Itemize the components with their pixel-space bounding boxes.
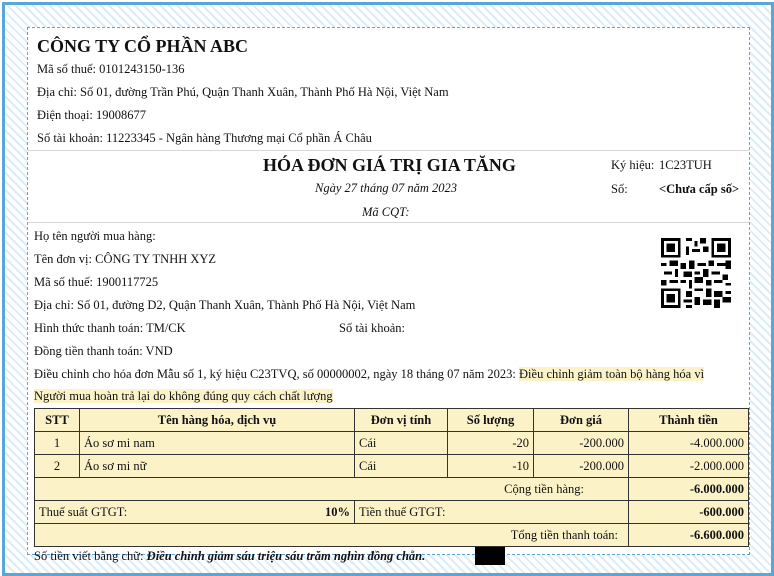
total-label: Tổng tiền thanh toán: xyxy=(34,523,629,547)
total-row: Tổng tiền thanh toán: -6.600.000 xyxy=(34,523,749,547)
cell-amount: -2.000.000 xyxy=(628,454,749,478)
cell-quantity: -20 xyxy=(447,431,534,455)
invoice-items-table: STT Tên hàng hóa, dịch vụ Đơn vị tính Số… xyxy=(34,408,749,547)
cell-unit: Cái xyxy=(354,454,448,478)
number-label: Số: xyxy=(611,182,628,196)
invoice-sheet: MISA TIN CẬY - TIỆN ÍCH - TẬN TÌNH CÔNG … xyxy=(27,27,750,565)
cell-unit-price: -200.000 xyxy=(533,454,629,478)
divider xyxy=(28,222,749,223)
payment-currency: Đồng tiền thanh toán: VND xyxy=(34,344,173,358)
cell-item-name: Áo sơ mi nam xyxy=(79,431,355,455)
amount-in-words-label: Số tiền viết bằng chữ: xyxy=(34,549,147,563)
buyer-name: Họ tên người mua hàng: xyxy=(34,229,156,243)
cqt-code: Mã CQT: xyxy=(362,205,410,219)
seller-account: Số tài khoản: 11223345 - Ngân hàng Thươn… xyxy=(37,131,372,145)
table-row: 1 Áo sơ mi nam Cái -20 -200.000 -4.000.0… xyxy=(34,431,749,455)
redaction-box xyxy=(475,547,505,565)
vat-rate-value: 10% xyxy=(325,504,350,519)
adjustment-reason-2: Người mua hoàn trả lại do không đúng quy… xyxy=(34,389,333,403)
qr-code-icon xyxy=(661,238,731,308)
cell-unit-price: -200.000 xyxy=(533,431,629,455)
subtotal-label: Cộng tiền hàng: xyxy=(34,477,629,501)
payment-method: Hình thức thanh toán: TM/CK xyxy=(34,321,186,335)
divider xyxy=(28,150,749,151)
invoice-border-frame: MISA TIN CẬY - TIỆN ÍCH - TẬN TÌNH CÔNG … xyxy=(2,2,774,576)
vat-rate-label: Thuế suất GTGT: xyxy=(39,504,128,519)
col-header-unit: Đơn vị tính xyxy=(354,408,448,432)
cell-stt: 1 xyxy=(34,431,80,455)
seller-address: Địa chỉ: Số 01, đường Trần Phú, Quận Tha… xyxy=(37,85,449,99)
amount-in-words-value: Điều chỉnh giảm sáu triệu sáu trăm nghìn… xyxy=(146,549,426,563)
seller-tax-code: Mã số thuế: 0101243150-136 xyxy=(37,62,185,76)
cell-item-name: Áo sơ mi nữ xyxy=(79,454,355,478)
amount-in-words: Số tiền viết bằng chữ: Điều chỉnh giảm s… xyxy=(34,549,425,564)
vat-amount-label: Tiền thuế GTGT: xyxy=(354,500,629,524)
vat-rate-cell: Thuế suất GTGT: 10% xyxy=(34,500,355,524)
invoice-title: HÓA ĐƠN GIÁ TRỊ GIA TĂNG xyxy=(263,155,516,175)
vat-amount-value: -600.000 xyxy=(628,500,749,524)
buyer-tax-code: Mã số thuế: 1900117725 xyxy=(34,275,159,289)
adjustment-prefix: Điều chỉnh cho hóa đơn Mẫu số 1, ký hiệu… xyxy=(34,367,520,381)
seller-company-name: CÔNG TY CỔ PHẦN ABC xyxy=(37,36,249,56)
table-row: 2 Áo sơ mi nữ Cái -10 -200.000 -2.000.00… xyxy=(34,454,749,478)
buyer-address: Địa chỉ: Số 01, đường D2, Quận Thanh Xuâ… xyxy=(34,298,416,312)
col-header-quantity: Số lượng xyxy=(447,408,534,432)
subtotal-value: -6.000.000 xyxy=(628,477,749,501)
cell-quantity: -10 xyxy=(447,454,534,478)
col-header-item-name: Tên hàng hóa, dịch vụ xyxy=(79,408,355,432)
vat-row: Thuế suất GTGT: 10% Tiền thuế GTGT: -600… xyxy=(34,500,749,524)
invoice-date: Ngày 27 tháng 07 năm 2023 xyxy=(315,181,458,195)
cell-amount: -4.000.000 xyxy=(628,431,749,455)
table-header-row: STT Tên hàng hóa, dịch vụ Đơn vị tính Số… xyxy=(34,408,749,432)
total-value: -6.600.000 xyxy=(628,523,749,547)
buyer-unit: Tên đơn vị: CÔNG TY TNHH XYZ xyxy=(34,252,217,266)
cell-stt: 2 xyxy=(34,454,80,478)
col-header-stt: STT xyxy=(34,408,80,432)
col-header-amount: Thành tiền xyxy=(628,408,749,432)
cell-unit: Cái xyxy=(354,431,448,455)
adjustment-note-cont: Người mua hoàn trả lại do không đúng quy… xyxy=(34,389,333,404)
symbol-value: 1C23TUH xyxy=(659,158,712,172)
subtotal-row: Cộng tiền hàng: -6.000.000 xyxy=(34,477,749,501)
symbol-label: Ký hiệu: xyxy=(611,158,655,172)
col-header-unit-price: Đơn giá xyxy=(533,408,629,432)
adjustment-note: Điều chỉnh cho hóa đơn Mẫu số 1, ký hiệu… xyxy=(34,367,705,382)
seller-phone: Điện thoại: 19008677 xyxy=(37,108,147,122)
buyer-account: Số tài khoản: xyxy=(339,321,405,335)
number-value: <Chưa cấp số> xyxy=(659,182,740,196)
adjustment-reason-1: Điều chỉnh giảm toàn bộ hàng hóa vì xyxy=(519,367,705,381)
